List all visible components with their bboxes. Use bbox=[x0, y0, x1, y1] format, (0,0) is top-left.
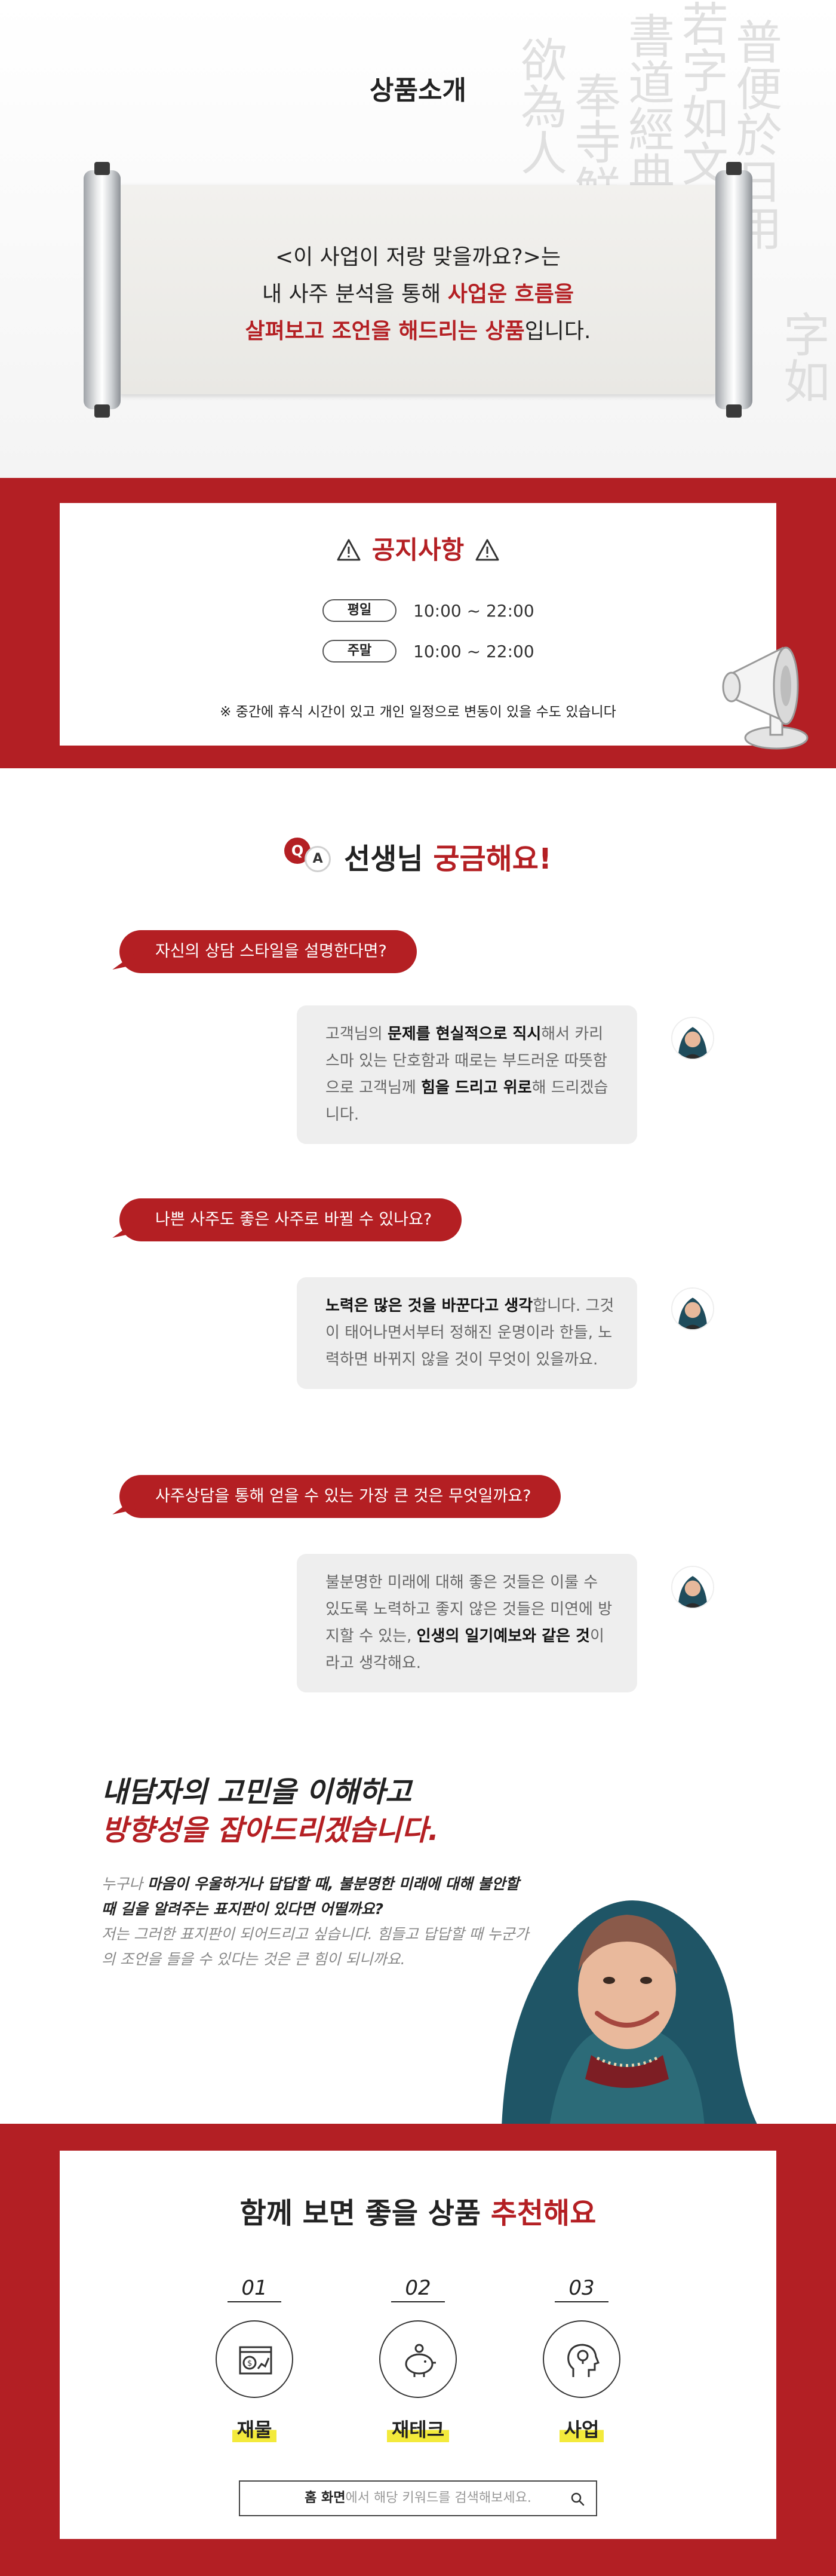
product-item-business[interactable]: 03 사업 bbox=[522, 2276, 641, 2442]
notice-title: 공지사항 bbox=[371, 535, 465, 565]
piggy-bank-icon bbox=[405, 2344, 436, 2377]
recommend-heading: 함께 보면 좋을 상품 추천해요 bbox=[60, 2189, 776, 2231]
notice-note: ※ 중간에 휴식 시간이 있고 개인 일정으로 변동이 있을 수도 있습니다 bbox=[220, 704, 616, 720]
answer-bubble: 노력은 많은 것을 바꾼다고 생각합니다. 그것이 태어나면서부터 정해진 운명… bbox=[297, 1277, 637, 1389]
intro-line-2: 내 사주 분석을 통해 사업운 흐름을 bbox=[119, 276, 717, 313]
intro-line-1: <이 사업이 저랑 맞을까요?>는 bbox=[275, 245, 561, 269]
weekend-hours: 10:00 ~ 22:00 bbox=[413, 641, 534, 661]
money-chart-icon: $ bbox=[239, 2346, 272, 2375]
product-label: 재테크 bbox=[386, 2415, 450, 2442]
weekend-hours-row: 주말 10:00 ~ 22:00 bbox=[322, 639, 534, 663]
intro-line-3: 살펴보고 조언을 해드리는 상품입니다. bbox=[119, 313, 717, 350]
question-bubble: 사주상담을 통해 얻을 수 있는 가장 큰 것은 무엇일까요? bbox=[119, 1475, 561, 1518]
keyword-search-hint[interactable]: 홈 화면에서 해당 키워드를 검색해보세요. bbox=[239, 2480, 597, 2516]
question-bubble: 자신의 상담 스타일을 설명한다면? bbox=[119, 930, 417, 973]
counselor-portrait bbox=[502, 1900, 758, 2127]
product-number: 02 bbox=[391, 2276, 445, 2302]
search-icon[interactable] bbox=[570, 2491, 585, 2507]
question-bubble: 나쁜 사주도 좋은 사주로 바뀔 수 있나요? bbox=[119, 1198, 462, 1241]
counselor-description: 누구나 마음이 우울하거나 답답할 때, 불분명한 미래에 대해 불안할 때 길… bbox=[102, 1872, 531, 1972]
qa-heading: Q A 선생님 궁금해요! bbox=[0, 835, 836, 877]
counselor-heading: 내담자의 고민을 이해하고 방향성을 잡아드리겠습니다. bbox=[102, 1773, 439, 1850]
weekday-badge: 평일 bbox=[322, 599, 397, 622]
answer-emphasis: 노력은 많은 것을 바꾼다고 생각 bbox=[325, 1297, 533, 1315]
product-label: 재물 bbox=[232, 2415, 277, 2442]
search-hint-home: 홈 화면 bbox=[305, 2491, 346, 2506]
megaphone-icon bbox=[722, 646, 809, 750]
product-icon-circle: $ bbox=[216, 2320, 293, 2398]
answer-emphasis: 문제를 현실적으로 직시 bbox=[387, 1025, 542, 1043]
notice-card: 공지사항 평일 10:00 ~ 22:00 주말 10:00 ~ 22:00 ※… bbox=[60, 503, 776, 746]
intro-line-3-highlight: 살펴보고 조언을 해드리는 상품 bbox=[245, 319, 525, 344]
product-number: 01 bbox=[228, 2276, 281, 2302]
qa-title-plain: 선생님 bbox=[344, 842, 434, 876]
intro-description: <이 사업이 저랑 맞을까요?>는 내 사주 분석을 통해 사업운 흐름을 살펴… bbox=[119, 239, 717, 350]
qa-badge-a: A bbox=[305, 846, 331, 872]
warning-icon bbox=[475, 539, 499, 561]
counselor-emphasis: 마음이 우울하거나 답답할 때, 불분명한 미래에 대해 불안할 때 길을 알려… bbox=[102, 1875, 520, 1918]
answer-bubble: 불분명한 미래에 대해 좋은 것들은 이룰 수 있도록 노력하고 좋지 않은 것… bbox=[297, 1554, 637, 1692]
counselor-heading-line-2: 방향성을 잡아드리겠습니다. bbox=[102, 1814, 439, 1847]
counselor-heading-line-1: 내담자의 고민을 이해하고 bbox=[102, 1775, 412, 1809]
recommend-title-plain: 함께 보면 좋을 상품 bbox=[239, 2197, 491, 2230]
answer-bubble: 고객님의 문제를 현실적으로 직시해서 카리스마 있는 단호함과 때로는 부드러… bbox=[297, 1005, 637, 1144]
intro-line-2-highlight: 사업운 흐름을 bbox=[447, 282, 574, 306]
page-title: 상품소개 bbox=[370, 75, 466, 106]
notice-heading: 공지사항 bbox=[60, 530, 776, 566]
qa-badge-icon: QA bbox=[284, 838, 336, 873]
answer-text: 고객님의 bbox=[325, 1025, 388, 1043]
weekday-hours: 10:00 ~ 22:00 bbox=[413, 600, 534, 621]
intro-section: 書道經典 若字如文 普便於日用 奉寺鮮 欲為人 字如 상품소개 <이 사업이 저… bbox=[0, 0, 836, 478]
recommend-title-highlight: 추천해요 bbox=[490, 2197, 597, 2230]
search-hint-text: 에서 해당 키워드를 검색해보세요. bbox=[345, 2491, 531, 2506]
answer-emphasis: 힘을 드리고 위로 bbox=[421, 1079, 532, 1097]
warning-icon bbox=[337, 539, 361, 561]
avatar bbox=[671, 1017, 714, 1060]
background-calligraphy: 字如 bbox=[776, 311, 829, 404]
product-icon-circle bbox=[379, 2320, 457, 2398]
product-label: 사업 bbox=[559, 2415, 604, 2442]
weekday-hours-row: 평일 10:00 ~ 22:00 bbox=[322, 599, 534, 622]
product-item-wealth[interactable]: 01 $ 재물 bbox=[195, 2276, 314, 2442]
product-item-investment[interactable]: 02 재테크 bbox=[358, 2276, 478, 2442]
product-number: 03 bbox=[555, 2276, 608, 2302]
recommend-card: 함께 보면 좋을 상품 추천해요 01 $ 재물 02 재테크 03 사업 홈 … bbox=[60, 2151, 776, 2539]
idea-head-icon bbox=[567, 2344, 600, 2377]
intro-line-2-plain: 내 사주 분석을 통해 bbox=[262, 282, 448, 306]
counselor-text: 저는 그러한 표지판이 되어드리고 싶습니다. 힘들고 답답할 때 누군가의 조… bbox=[102, 1925, 529, 1968]
scroll-roller-right bbox=[715, 162, 752, 418]
product-icon-circle bbox=[543, 2320, 620, 2398]
answer-emphasis: 인생의 일기예보와 같은 것 bbox=[416, 1627, 590, 1645]
weekend-badge: 주말 bbox=[322, 640, 397, 663]
avatar bbox=[671, 1287, 714, 1330]
counselor-text: 누구나 bbox=[102, 1875, 147, 1893]
scroll-roller-left bbox=[84, 162, 121, 418]
recommend-section: 함께 보면 좋을 상품 추천해요 01 $ 재물 02 재테크 03 사업 홈 … bbox=[0, 2124, 836, 2576]
scroll-banner: <이 사업이 저랑 맞을까요?>는 내 사주 분석을 통해 사업운 흐름을 살펴… bbox=[84, 162, 752, 418]
qa-title-highlight: 궁금해요! bbox=[433, 842, 552, 876]
avatar bbox=[671, 1566, 714, 1609]
intro-line-3-plain: 입니다. bbox=[524, 319, 591, 344]
svg-text:$: $ bbox=[247, 2359, 252, 2368]
